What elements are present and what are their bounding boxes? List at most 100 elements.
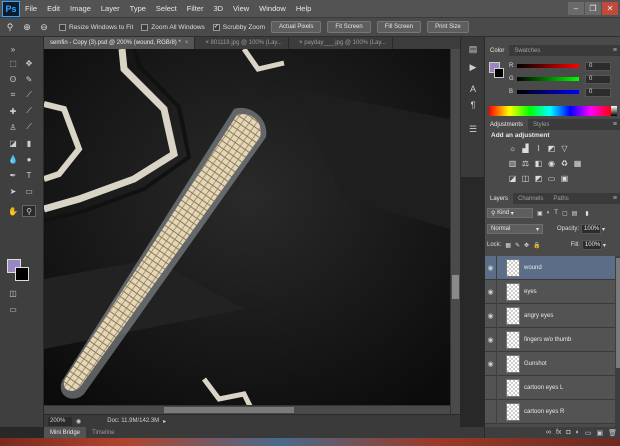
layer-row[interactable]: ◉ eyes [485,279,615,304]
lasso-tool-icon[interactable]: ʘ [6,73,20,85]
photo-filter-icon[interactable]: ◉ [546,158,557,168]
blue-slider[interactable]: B 0 [509,87,619,97]
properties-panel-icon[interactable]: ☰ [466,123,480,135]
vibrance-icon[interactable]: ▽ [559,143,570,153]
eye-icon[interactable]: ◉ [485,327,497,352]
document-info[interactable]: Doc: 11.9M/142.3M [107,418,159,424]
lock-all-icon[interactable]: 🔒 [533,242,540,249]
new-group-icon[interactable]: ▭ [585,429,592,437]
eye-icon[interactable]: ◉ [485,256,497,280]
channel-mixer-icon[interactable]: ♻ [559,158,570,168]
filter-adjustment-icon[interactable]: ◐ [547,210,551,216]
minimize-button[interactable]: – [568,2,584,15]
gradient-tool-icon[interactable]: ▮ [22,137,36,149]
background-color-swatch[interactable] [15,267,29,281]
zoom-all-windows-check[interactable] [141,23,149,31]
close-button[interactable]: ✕ [602,2,618,15]
vertical-scroll-thumb[interactable] [452,275,459,299]
brightness-contrast-icon[interactable]: ☼ [507,143,518,153]
screen-mode-icon[interactable]: ▭ [6,303,20,315]
layer-row[interactable]: ◉ fingers w/o thumb [485,327,615,352]
scrubby-zoom-check[interactable]: ✓ [212,23,220,31]
marquee-tool-icon[interactable]: ⬚ [6,57,20,69]
horizontal-scrollbar[interactable] [44,405,450,414]
red-value[interactable]: 0 [585,61,611,71]
lock-position-icon[interactable]: ✥ [524,242,529,249]
status-menu-arrow-icon[interactable]: ▸ [163,418,166,425]
color-panel-background[interactable] [494,68,504,78]
print-size-button[interactable]: Print Size [427,21,469,33]
tab-adjustments[interactable]: Adjustments [485,119,529,130]
actual-pixels-button[interactable]: Actual Pixels [271,21,322,33]
clone-stamp-icon[interactable]: ♙ [6,121,20,133]
menu-help[interactable]: Help [291,4,316,13]
color-lookup-icon[interactable]: ▦ [572,158,583,168]
tab-color[interactable]: Color [485,45,510,56]
path-select-icon[interactable]: ➤ [6,185,20,197]
tab-swatches[interactable]: Swatches [509,45,545,56]
paragraph-panel-icon[interactable]: ¶ [466,99,480,111]
pen-tool-icon[interactable]: ✒ [6,169,20,181]
red-track[interactable] [517,64,579,68]
panel-menu-icon[interactable]: ≡ [613,121,617,128]
scrubby-zoom-checkbox[interactable]: ✓ Scrubby Zoom [212,23,265,31]
eye-icon[interactable]: ◉ [485,303,497,328]
chevron-down-icon[interactable]: ▾ [603,242,606,249]
zoom-all-windows-checkbox[interactable]: Zoom All Windows [141,23,205,31]
tab-close-icon[interactable]: × [205,40,209,46]
horizontal-scroll-thumb[interactable] [164,407,294,413]
quick-select-tool-icon[interactable]: ✎ [22,73,36,85]
dodge-tool-icon[interactable]: ● [22,153,36,165]
eye-icon[interactable]: ◉ [485,279,497,304]
green-slider[interactable]: G 0 [509,74,619,84]
quick-mask-icon[interactable]: ◫ [6,287,20,299]
blue-track[interactable] [517,90,579,94]
tab-close-icon[interactable]: × [185,40,189,46]
zoom-tool-icon[interactable]: ⚲ [22,205,36,217]
color-balance-icon[interactable]: ⚖ [520,158,531,168]
panel-menu-icon[interactable]: ≡ [613,195,617,202]
link-layers-icon[interactable]: ∞ [546,429,551,436]
tab-close-icon[interactable]: × [299,40,303,46]
layer-row[interactable]: ◉ angry eyes [485,303,615,328]
new-layer-icon[interactable]: ▣ [596,429,603,437]
invert-icon[interactable]: ◪ [507,173,518,183]
zoom-out-icon[interactable]: ⊖ [37,20,51,34]
tab-801118[interactable]: × 801118.jpg @ 100% (Lay... [195,37,289,49]
layers-scrollbar[interactable] [615,256,620,427]
hue-saturation-icon[interactable]: ▥ [507,158,518,168]
layers-scroll-thumb[interactable] [616,258,620,368]
exposure-icon[interactable]: ◩ [546,143,557,153]
maximize-button[interactable]: ❐ [585,2,601,15]
posterize-icon[interactable]: ◫ [520,173,531,183]
filter-toggle-icon[interactable]: ▮ [585,210,588,217]
share-icon[interactable]: ◉ [76,418,81,425]
vertical-scrollbar[interactable] [450,49,460,414]
threshold-icon[interactable]: ◩ [533,173,544,183]
move-tool-icon[interactable]: ✥ [22,57,36,69]
tab-channels[interactable]: Channels [513,193,548,204]
tab-payday[interactable]: × payday___.jpg @ 100% (Lay... [289,37,393,49]
tab-layers[interactable]: Layers [485,193,514,204]
filter-type-icon[interactable]: T [554,210,558,216]
menu-window[interactable]: Window [254,4,291,13]
fill-field[interactable]: 100% [581,240,602,250]
filter-smart-icon[interactable]: ▤ [572,210,578,217]
filter-shape-icon[interactable]: ▢ [562,210,568,217]
green-value[interactable]: 0 [585,74,611,84]
hand-tool-icon[interactable]: ✋ [6,205,20,217]
tab-timeline[interactable]: Timeline [86,427,120,438]
tab-semfin[interactable]: semfin - Copy (3).psd @ 200% (wound, RGB… [44,37,196,49]
color-spectrum[interactable] [489,106,611,116]
curves-icon[interactable]: ⌇ [533,143,544,153]
zoom-level-field[interactable]: 200% [48,416,72,426]
fill-screen-button[interactable]: Fill Screen [376,21,422,33]
collapse-toolbox-icon[interactable]: » [6,43,20,55]
menu-view[interactable]: View [228,4,254,13]
levels-icon[interactable]: ▟ [520,143,531,153]
crop-tool-icon[interactable]: ⌗ [6,89,20,101]
zoom-tool-icon[interactable]: ⚲ [3,20,17,34]
opacity-field[interactable]: 100% [581,224,602,234]
layer-row[interactable]: ◉ Gunshot [485,351,615,376]
resize-windows-check[interactable] [59,23,66,31]
